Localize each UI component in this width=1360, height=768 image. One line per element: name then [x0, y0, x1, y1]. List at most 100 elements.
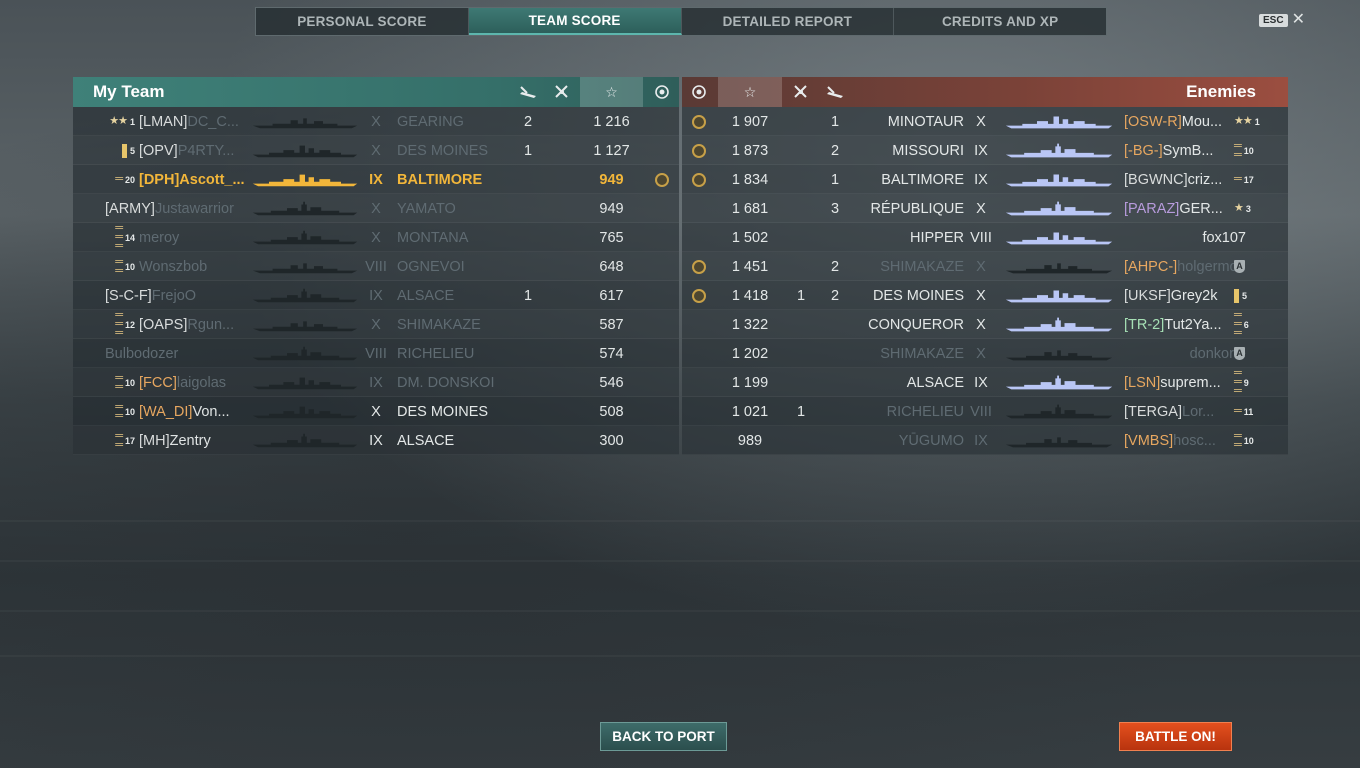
- ship-name-label: HIPPER: [910, 229, 964, 246]
- ship-name: MINOTAUR: [850, 107, 964, 136]
- medal-icon[interactable]: [647, 77, 677, 107]
- torpedo-count: [513, 194, 543, 223]
- rank-number: 1: [129, 116, 135, 127]
- planes-icon[interactable]: [547, 77, 577, 107]
- ship-tier: IX: [966, 165, 996, 194]
- ship-name: RÉPUBLIQUE: [850, 194, 964, 223]
- player-row[interactable]: 1 502 HIPPER VIII fox107: [682, 223, 1288, 252]
- player-row[interactable]: 1 199 ALSACE IX [LSN] suprem... ═ ═ ═ 9: [682, 368, 1288, 397]
- player-name: [UKSF] Grey2k: [1124, 281, 1246, 310]
- ship-silhouette: [998, 194, 1120, 223]
- ship-silhouette-icon: [252, 433, 358, 447]
- player-row[interactable]: [S-C-F] FrejoO IX ALSACE 1 617: [73, 281, 679, 310]
- rank-badge: ═ ═ 10: [1234, 140, 1254, 160]
- ship-tier-label: X: [976, 316, 986, 333]
- ship-silhouette-icon: [252, 230, 358, 244]
- torpedo-count: [513, 310, 543, 339]
- rank-badge: ═ ═ 10: [115, 372, 135, 392]
- torpedo-count: [820, 339, 850, 368]
- planes-icon[interactable]: [786, 77, 816, 107]
- ship-silhouette: [245, 194, 365, 223]
- player-row[interactable]: ═ ═ ═ 14 meroy X MONTANA 765: [73, 223, 679, 252]
- torpedo-count: [513, 339, 543, 368]
- ship-silhouette-icon: [1005, 436, 1113, 447]
- player-row[interactable]: 1 681 3 RÉPUBLIQUE X [PARAZ] GER... ★ 3: [682, 194, 1288, 223]
- ship-name: ALSACE: [850, 368, 964, 397]
- player-row[interactable]: ═ ═ 10 [FCC] laigolas IX DM. DONSKOI 546: [73, 368, 679, 397]
- player-nick: Bulbodozer: [105, 345, 179, 362]
- medal-icon: [692, 259, 706, 274]
- tab-credits-and-xp[interactable]: CREDITS AND XP: [894, 8, 1106, 35]
- rank-number: 6: [1243, 319, 1249, 330]
- player-row[interactable]: 1 451 2 SHIMAKAZE X [AHPC-]holgermoe...A: [682, 252, 1288, 281]
- ship-silhouette: [245, 397, 365, 426]
- back-to-port-button[interactable]: BACK TO PORT: [600, 722, 727, 751]
- plane-count: [547, 281, 577, 310]
- medal-cell: [647, 136, 677, 165]
- player-row[interactable]: ═ ═ 10 [WA_DI] Von... X DES MOINES 508: [73, 397, 679, 426]
- ship-name: SHIMAKAZE: [850, 339, 964, 368]
- ship-name: DM. DONSKOI: [397, 368, 517, 397]
- score-value: 1 202: [731, 345, 769, 362]
- player-score: 546: [580, 368, 643, 397]
- ship-tier: X: [966, 339, 996, 368]
- medal-icon: [692, 172, 706, 187]
- torpedo-count: 1: [513, 136, 543, 165]
- tab-personal-score[interactable]: PERSONAL SCORE: [256, 8, 469, 35]
- ship-tier-label: IX: [974, 171, 988, 188]
- ship-name: CONQUEROR: [850, 310, 964, 339]
- torpedo-icon[interactable]: [513, 77, 543, 107]
- player-row[interactable]: ═ 20 [DPH] Ascott_... IX BALTIMORE 949: [73, 165, 679, 194]
- star-icon[interactable]: ☆: [718, 77, 782, 107]
- plane-count-value: 1: [796, 287, 806, 304]
- clan-tag: [ARMY]: [105, 200, 155, 217]
- player-row[interactable]: ═ ═ ═ 12 [OAPS] Rgun... X SHIMAKAZE 587: [73, 310, 679, 339]
- player-row[interactable]: ═ ═ 17 [MH] Zentry IX ALSACE 300: [73, 426, 679, 455]
- player-row[interactable]: 5 [OPV] P4RTY... X DES MOINES 1 1 127: [73, 136, 679, 165]
- ship-tier-label: IX: [974, 374, 988, 391]
- rank-chevron-icon: ═ ═ ═: [115, 310, 123, 339]
- torpedo-count: 1: [513, 281, 543, 310]
- tab-team-score[interactable]: TEAM SCORE: [468, 8, 682, 35]
- player-row[interactable]: 1 907 1 MINOTAUR X [OSW-R] Mou... ★★ 1: [682, 107, 1288, 136]
- ship-silhouette-icon: [252, 288, 358, 302]
- player-row[interactable]: 1 834 1 BALTIMORE IX [BGWNC] criz... ═ 17: [682, 165, 1288, 194]
- torpedo-count-value: 1: [523, 287, 533, 304]
- player-row[interactable]: [ARMY] Justawarrior X YAMATO 949: [73, 194, 679, 223]
- player-row[interactable]: 1 418 1 2 DES MOINES X [UKSF] Grey2k 5: [682, 281, 1288, 310]
- battle-on-button[interactable]: BATTLE ON!: [1119, 722, 1232, 751]
- torpedo-count: 2: [513, 107, 543, 136]
- star-icon[interactable]: ☆: [580, 77, 643, 107]
- player-row[interactable]: ★★ 1 [LMAN] DC_C... X GEARING 2 1 216: [73, 107, 679, 136]
- player-row[interactable]: 1 202 SHIMAKAZE Xdonkorte A: [682, 339, 1288, 368]
- score-value: 546: [599, 374, 624, 391]
- torpedo-count-value: 2: [523, 113, 533, 130]
- medal-icon: [692, 143, 706, 158]
- plane-count: [547, 136, 577, 165]
- medal-cell: [647, 397, 677, 426]
- medal-icon[interactable]: [684, 77, 714, 107]
- ship-name: ALSACE: [397, 426, 517, 455]
- ship-tier-label: VIII: [970, 403, 992, 420]
- player-row[interactable]: 989 YŪGUMO IX [VMBS] hosc... ═ ═ 10: [682, 426, 1288, 455]
- medal-cell: [684, 223, 714, 252]
- torpedo-icon[interactable]: [820, 77, 850, 107]
- plane-count: [547, 397, 577, 426]
- medal-cell: [647, 281, 677, 310]
- score-value: 949: [599, 200, 624, 217]
- ship-name-label: BALTIMORE: [397, 171, 483, 188]
- rank-badge: ═ ═ 10: [115, 256, 135, 276]
- rank-badge: A: [1234, 260, 1245, 273]
- tab-detailed-report[interactable]: DETAILED REPORT: [682, 8, 895, 35]
- player-row[interactable]: 1 021 1 RICHELIEU VIII [TERGA] Lor... ═ 11: [682, 397, 1288, 426]
- player-name: [AHPC-]holgermoe...: [1124, 252, 1246, 281]
- close-button[interactable]: ESC ✕: [1259, 12, 1305, 28]
- ship-silhouette: [245, 426, 365, 455]
- player-row[interactable]: 1 322 CONQUEROR X [TR-2] Tut2Ya... ═ ═ ═ 6: [682, 310, 1288, 339]
- close-icon[interactable]: ✕: [1292, 12, 1305, 28]
- player-row[interactable]: 1 873 2 MISSOURI IX [-BG-] SymB... ═ ═ 10: [682, 136, 1288, 165]
- player-row[interactable]: ═ ═ 10 Wonszbob VIII OGNEVOI 648: [73, 252, 679, 281]
- rank-star-icon: ★: [1234, 202, 1244, 214]
- player-row[interactable]: Bulbodozer VIII RICHELIEU 574: [73, 339, 679, 368]
- clan-tag: [VMBS]: [1124, 432, 1174, 449]
